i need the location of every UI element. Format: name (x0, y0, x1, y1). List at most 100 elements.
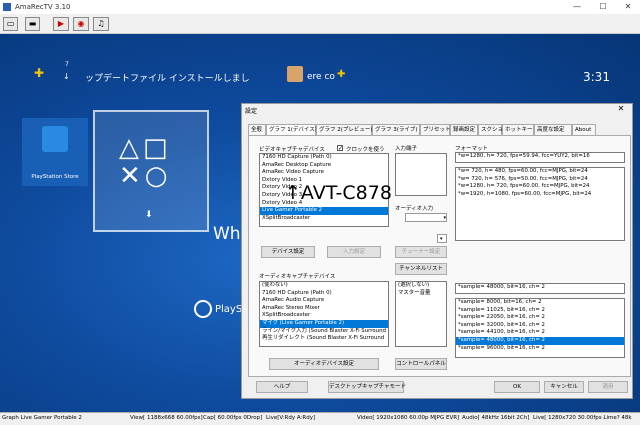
maximize-button[interactable]: ☐ (591, 1, 615, 13)
list-item[interactable]: *w= 720, h= 576, fps=50.00, fcc=MJPG, bi… (456, 176, 624, 184)
notification-text: ップデートファイル インストールしまし (85, 74, 250, 84)
control-panel-button[interactable]: コントロールパネル (395, 358, 447, 370)
dialog-title: 設定 (245, 108, 258, 115)
format-list[interactable]: *w= 720, h= 480, fps=60.00, fcc=MJPG, bi… (455, 167, 625, 241)
list-item[interactable]: *w= 720, h= 480, fps=60.00, fcc=MJPG, bi… (456, 168, 624, 176)
audio-input-label: オーディオ入力 (395, 206, 434, 212)
list-item-selected[interactable]: マイク (Live Gamer Portable 2) (260, 319, 388, 328)
list-item[interactable]: *sample= 32000, bit=16, ch= 2 (456, 322, 624, 330)
library-tile[interactable]: △□ ✕○ ⬇ (93, 110, 209, 232)
globe-icon (194, 300, 212, 318)
ok-button[interactable]: OK (494, 381, 540, 393)
format-current[interactable]: *w=1280, h= 720, fps=59.94, fcc=YUY2, bi… (455, 152, 625, 163)
status-live: Live[V:Rdy A:Rdy] (266, 415, 316, 421)
list-item[interactable]: AmaRec Audio Capture (260, 297, 388, 305)
tab-record[interactable]: 録画設定 (450, 124, 478, 135)
list-item[interactable]: AmaRec Video Capture (260, 169, 388, 177)
window-title: AmaRecTV 3.10 (15, 3, 71, 11)
fullscreen-icon[interactable]: ▬ (25, 17, 40, 31)
tab-screenshot[interactable]: スクショ (478, 124, 503, 135)
status-graph: Graph Live Gamer Portable 2 (2, 415, 82, 421)
desktop-capture-mode-button[interactable]: デスクトップキャプチャモード (328, 381, 406, 393)
list-item[interactable]: AmaRec Desktop Capture (260, 162, 388, 170)
audio-input-select[interactable]: ▾ (405, 213, 447, 222)
status-cap: Cap[ 60.00fps 0Drop] (203, 415, 263, 421)
ps-shapes-icon: △□ ✕○ (119, 133, 172, 191)
annotation-label: ↑AVT-C878 (285, 182, 392, 204)
list-item[interactable]: 7160 HD Capture (Path 0) (260, 290, 388, 298)
record-play-icon[interactable]: ▶ (53, 17, 69, 31)
playstation-plus-icon: ✚ (34, 66, 45, 80)
use-clock-label: クロックを使う (346, 147, 385, 153)
terminal-select[interactable]: ▾ (437, 234, 447, 243)
music-icon[interactable]: ♫ (93, 17, 109, 31)
tab-general[interactable]: 全般 (248, 124, 266, 135)
status-live-output: Live[ 1280x720 30.00fps Lime? 48k (533, 415, 632, 421)
input-terminal-label: 入力端子 (395, 146, 418, 152)
app-window: AmaRecTV 3.10 — ☐ ✕ ▭ ▬ ▶ ◉ ♫ ✚ 7 ↓ ップデー… (0, 0, 640, 425)
status-audio: Audio[ 48kHz 16bit 2Ch] (462, 415, 530, 421)
list-item[interactable]: *w=1920, h=1080, fps=60.00, fcc=MJPG, bi… (456, 191, 624, 199)
audio-device-label: オーディオキャプチャデバイス (259, 274, 336, 280)
tab-panel: ビデオキャプチャデバイス ✓ クロックを使う 7160 HD Capture (… (248, 135, 631, 377)
tab-graph2[interactable]: グラフ 2(プレビュー) (316, 124, 373, 135)
minimize-button[interactable]: — (565, 1, 589, 13)
channel-list-button[interactable]: チャンネルリスト (395, 263, 447, 275)
status-video: Video[ 1920x1080 60.00p MJPG EVR] (357, 415, 460, 421)
input-terminal-list[interactable] (395, 153, 447, 196)
tab-graph3[interactable]: グラフ 3(ライブ) (372, 124, 420, 135)
tab-about[interactable]: About (572, 124, 596, 135)
download-icon: ↓ (63, 72, 70, 81)
chevron-down-icon: ▾ (443, 215, 446, 221)
input-settings-button[interactable]: 入力設定 (327, 246, 381, 258)
list-item[interactable]: *sample= 11025, bit=16, ch= 2 (456, 307, 624, 315)
menu-text-partial: PlayS (215, 304, 243, 315)
store-label: PlayStation Store (31, 174, 79, 180)
list-item-selected[interactable]: *sample= 48000, bit=16, ch= 2 (456, 336, 624, 345)
tile-title-partial: Wh (213, 224, 241, 244)
audio-input-list[interactable]: (選択しない) マスター音量 (395, 281, 447, 347)
list-item[interactable]: *sample= 8000, bit=16, ch= 2 (456, 299, 624, 307)
list-item[interactable]: XSplitBroadcaster (260, 312, 388, 320)
device-settings-button[interactable]: デバイス設定 (261, 246, 315, 258)
audio-device-list[interactable]: (使わない) 7160 HD Capture (Path 0) AmaRec A… (259, 281, 389, 347)
audio-format-list[interactable]: *sample= 8000, bit=16, ch= 2 *sample= 11… (455, 298, 625, 358)
video-device-label: ビデオキャプチャデバイス (259, 147, 325, 153)
tab-advanced[interactable]: 高度な設定 (534, 124, 572, 135)
list-item[interactable]: *sample= 44100, bit=16, ch= 2 (456, 329, 624, 337)
clock: 3:31 (583, 70, 610, 84)
dialog-close-button[interactable]: ✕ (610, 104, 632, 115)
format-label: フォーマット (455, 146, 489, 152)
app-icon (3, 3, 11, 11)
list-item[interactable]: AmaRec Stereo Mixer (260, 305, 388, 313)
playstation-store-tile[interactable]: PlayStation Store (22, 118, 88, 186)
toolbar: ▭ ▬ ▶ ◉ ♫ (0, 14, 640, 34)
list-item[interactable]: 7160 HD Capture (Path 0) (260, 154, 388, 162)
use-clock-checkbox[interactable]: ✓ (337, 145, 343, 152)
list-item[interactable]: *w=1280, h= 720, fps=60.00, fcc=MJPG, bi… (456, 183, 624, 191)
help-button[interactable]: ヘルプ (256, 381, 308, 393)
list-item-selected[interactable]: Live Gamer Portable 2 (260, 207, 388, 215)
list-item[interactable]: 再生リダイレクト (Sound Blaster X-Fi Surround (260, 335, 388, 343)
list-item[interactable]: マスター音量 (396, 290, 446, 298)
list-item[interactable]: XSplitBroadcaster (260, 215, 388, 223)
audio-device-settings-button[interactable]: オーディオデバイス設定 (269, 358, 379, 370)
camera-icon[interactable]: ◉ (73, 17, 89, 31)
status-bar: Graph Live Gamer Portable 2 View[ 1188x6… (0, 412, 640, 425)
tab-graph1[interactable]: グラフ 1(デバイス) (266, 124, 317, 135)
list-item[interactable]: (使わない) (260, 282, 388, 290)
list-item[interactable]: *sample= 96000, bit=16, ch= 2 (456, 345, 624, 353)
tab-preset[interactable]: プリセット (420, 124, 451, 135)
cancel-button[interactable]: キャンセル (544, 381, 584, 393)
apply-button[interactable]: 適用 (588, 381, 628, 393)
window-mode-icon[interactable]: ▭ (3, 17, 18, 31)
list-item[interactable]: *sample= 22050, bit=16, ch= 2 (456, 314, 624, 322)
audio-format-current[interactable]: *sample= 48000, bit=16, ch= 2 (455, 283, 625, 294)
settings-dialog: 設定 ✕ 全般 グラフ 1(デバイス) グラフ 2(プレビュー) グラフ 3(ラ… (241, 103, 633, 399)
tab-hotkey[interactable]: ホットキー (502, 124, 534, 135)
store-bag-icon (42, 126, 68, 152)
audio-format-current-value: *sample= 48000, bit=16, ch= 2 (458, 284, 545, 290)
tuner-settings-button[interactable]: チューナー設定 (395, 246, 447, 258)
close-button[interactable]: ✕ (616, 1, 640, 13)
list-item[interactable]: (選択しない) (396, 282, 446, 290)
